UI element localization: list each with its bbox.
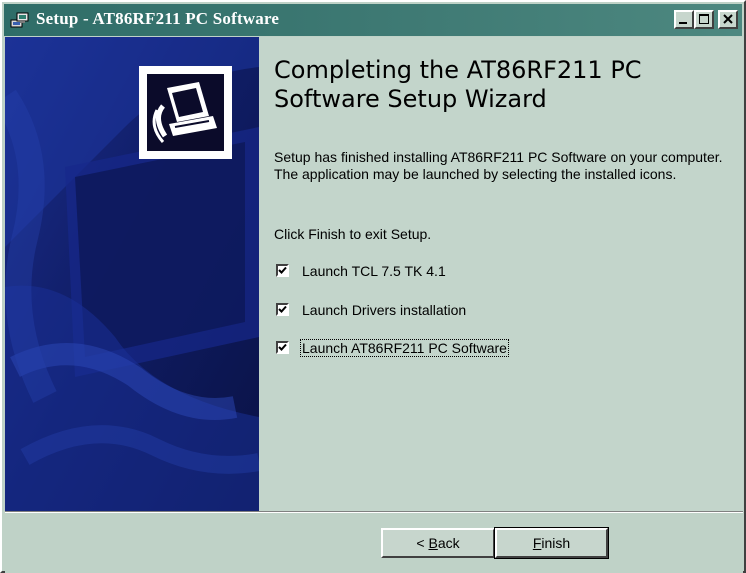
button-bar: < Back Finish — [5, 513, 743, 573]
launch-tcl-checkbox[interactable] — [276, 264, 289, 277]
finish-button[interactable]: Finish — [494, 527, 609, 559]
wizard-icon-frame — [139, 66, 232, 159]
finish-button-label: inish — [541, 535, 571, 551]
launch-drivers-label[interactable]: Launch Drivers installation — [300, 301, 468, 319]
launch-tcl-label[interactable]: Launch TCL 7.5 TK 4.1 — [300, 262, 448, 280]
back-button-prefix: < — [416, 535, 429, 551]
finish-hint: Click Finish to exit Setup. — [274, 226, 432, 242]
back-button-label: ack — [437, 535, 460, 551]
back-button-accesskey: B — [428, 535, 438, 551]
maximize-button[interactable] — [694, 10, 714, 29]
checkmark-icon — [278, 343, 287, 351]
launch-software-checkbox[interactable] — [276, 341, 289, 354]
wizard-computer-icon — [147, 74, 224, 151]
completion-message: Setup has finished installing AT86RF211 … — [274, 149, 723, 182]
checkmark-icon — [278, 266, 287, 274]
close-icon — [723, 14, 733, 24]
checkmark-icon — [278, 305, 287, 313]
maximize-icon — [699, 14, 709, 24]
launch-drivers-checkbox[interactable] — [276, 303, 289, 316]
setup-wizard-window: Setup - AT86RF211 PC Software Completing… — [0, 0, 746, 573]
minimize-button[interactable] — [674, 10, 694, 29]
minimize-icon — [679, 22, 687, 24]
close-button[interactable] — [718, 10, 738, 29]
back-button[interactable]: < Back — [381, 528, 495, 558]
title-bar[interactable]: Setup - AT86RF211 PC Software — [4, 4, 742, 36]
wizard-banner — [5, 37, 259, 511]
wizard-content: Completing the AT86RF211 PC Software Set… — [259, 37, 743, 511]
finish-button-accesskey: F — [532, 535, 542, 551]
window-title: Setup - AT86RF211 PC Software — [36, 9, 280, 28]
launch-software-label[interactable]: Launch AT86RF211 PC Software — [300, 339, 509, 357]
page-title: Completing the AT86RF211 PC Software Set… — [274, 56, 642, 113]
setup-computer-icon — [10, 11, 30, 29]
